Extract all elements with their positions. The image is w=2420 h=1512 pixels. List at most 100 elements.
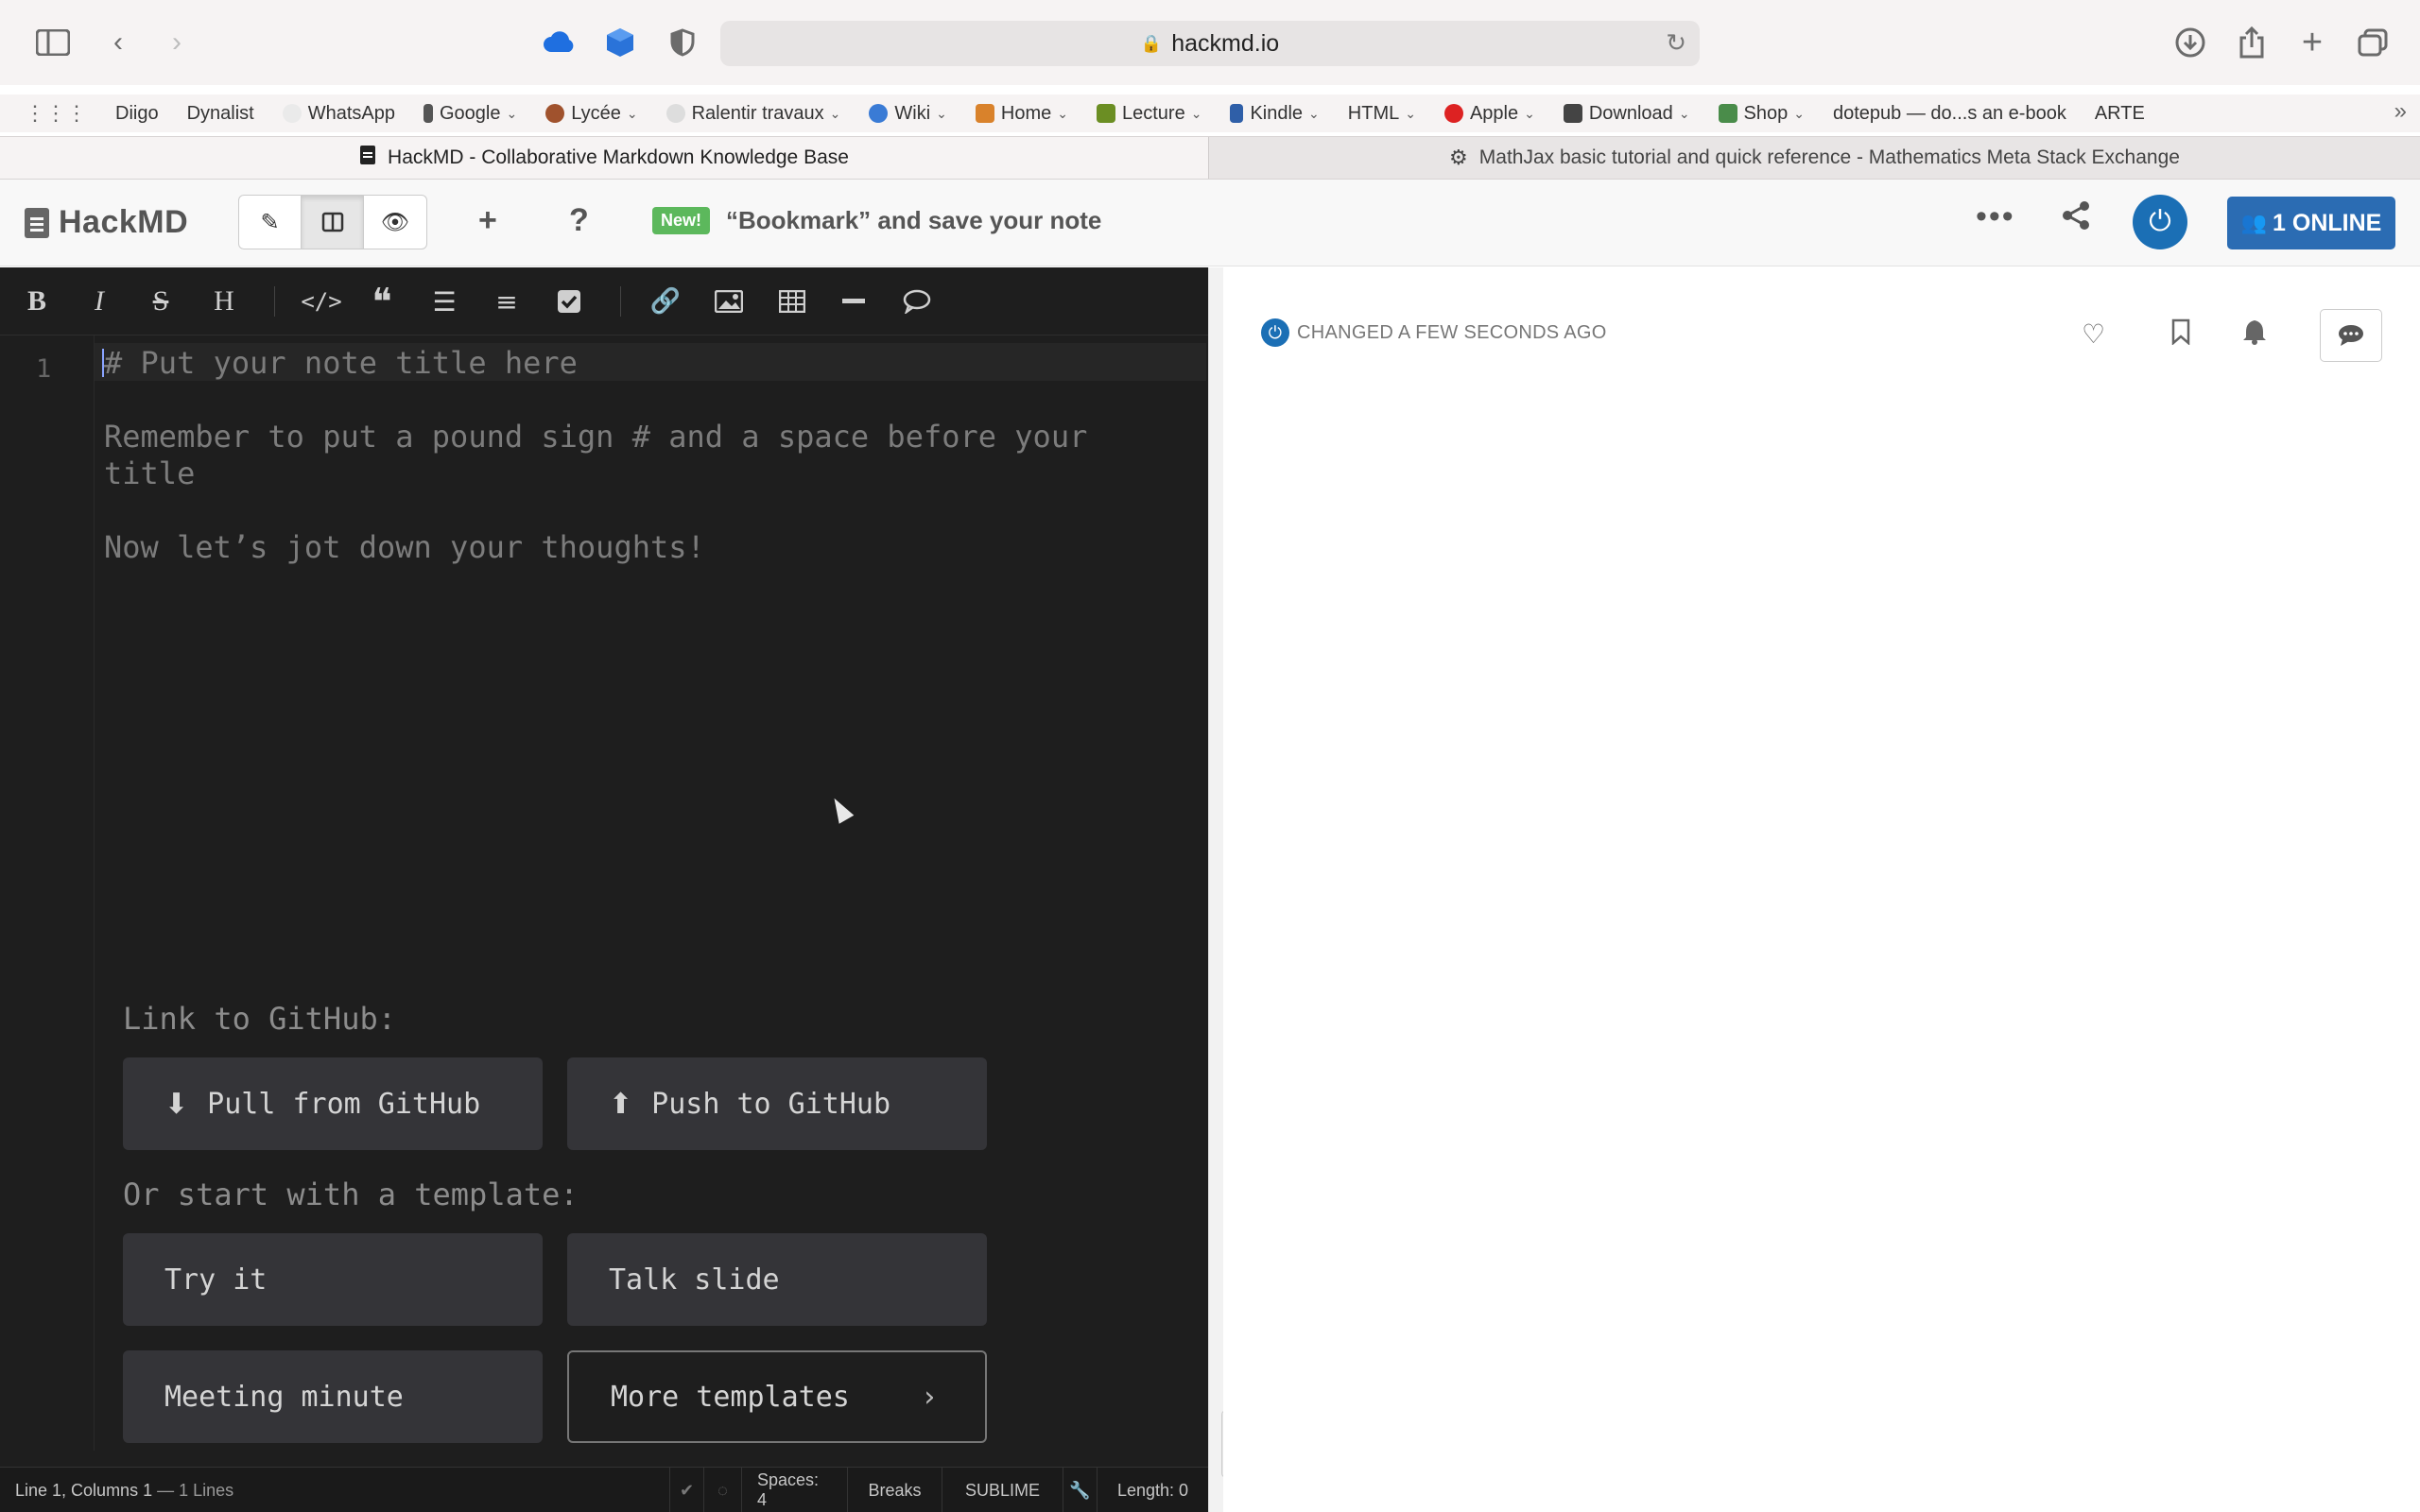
back-icon[interactable]: ‹ (104, 23, 132, 62)
quote-icon[interactable]: ❝ (365, 281, 399, 323)
view-mode-button[interactable]: 👁 (364, 196, 426, 249)
forward-icon[interactable]: › (163, 23, 191, 62)
template-try-it-button[interactable]: Try it (123, 1233, 543, 1326)
indent-spaces[interactable]: Spaces: 4 (741, 1468, 847, 1512)
chevron-down-icon: ⌄ (1405, 105, 1416, 121)
hackmd-logo[interactable]: HackMD (25, 204, 188, 241)
help-icon[interactable]: ? (569, 202, 589, 239)
chevron-down-icon: ⌄ (1308, 105, 1320, 121)
downloads-icon[interactable] (2172, 23, 2208, 62)
bookmark-home[interactable]: Home ⌄ (975, 103, 1068, 125)
code-icon[interactable]: </> (301, 283, 341, 320)
link-icon[interactable]: 🔗 (648, 283, 683, 320)
template-meeting-minute-button[interactable]: Meeting minute (123, 1350, 543, 1443)
comment-icon[interactable] (900, 283, 934, 320)
placeholder-reminder-cont[interactable]: title (104, 455, 195, 492)
reload-icon[interactable]: ↻ (1666, 28, 1686, 58)
chevron-down-icon: ⌄ (1057, 105, 1068, 121)
new-badge: New! (652, 207, 711, 234)
online-users-button[interactable]: 👥 1 ONLINE (2227, 197, 2395, 249)
bold-icon[interactable]: B (23, 283, 51, 320)
url-text: hackmd.io (1171, 29, 1280, 57)
more-templates-button[interactable]: More templates › (567, 1350, 987, 1443)
italic-icon[interactable]: I (85, 283, 113, 320)
bookmark-ralentir[interactable]: Ralentir travaux ⌄ (666, 103, 841, 125)
bell-icon[interactable] (2242, 318, 2267, 352)
bookmark-lycee[interactable]: Lycée ⌄ (545, 103, 638, 125)
bookmark-lecture[interactable]: Lecture ⌄ (1096, 103, 1202, 125)
placeholder-title[interactable]: # Put your note title here (104, 345, 578, 382)
extension-box-icon[interactable] (601, 23, 639, 62)
announcement-text[interactable]: “Bookmark” and save your note (726, 206, 1101, 235)
pull-from-github-button[interactable]: ⬇ Pull from GitHub (123, 1057, 543, 1150)
template-talk-slide-button[interactable]: Talk slide (567, 1233, 987, 1326)
placeholder-reminder[interactable]: Remember to put a pound sign # and a spa… (104, 419, 1087, 455)
chevron-down-icon: ⌄ (1524, 105, 1535, 121)
bookmark-shop[interactable]: Shop ⌄ (1718, 103, 1805, 125)
more-menu-icon[interactable]: ••• (1976, 198, 2015, 235)
share-icon[interactable] (2061, 200, 2091, 238)
bookmark-apple[interactable]: Apple ⌄ (1443, 103, 1535, 125)
sync-status-icon: ◌ (703, 1468, 741, 1512)
heart-icon[interactable]: ♡ (2082, 318, 2105, 350)
bookmark-kindle[interactable]: Kindle ⌄ (1230, 103, 1320, 125)
share-sheet-icon[interactable] (2235, 23, 2269, 62)
table-icon[interactable] (775, 283, 809, 320)
bookmark-wiki[interactable]: Wiki ⌄ (869, 103, 947, 125)
editor-status-bar: Line 1, Columns 1 — 1 Lines ✔ ◌ Spaces: … (0, 1467, 1208, 1512)
arrow-down-icon: ⬇ (164, 1087, 189, 1121)
preview-pane: ⏻ CHANGED A FEW SECONDS AGO ♡ (1223, 267, 2420, 1512)
bookmark-diigo[interactable]: Diigo (115, 103, 159, 125)
strikethrough-icon[interactable]: S (147, 283, 175, 320)
bookmark-dynalist[interactable]: Dynalist (187, 103, 254, 125)
bookmark-html[interactable]: HTML ⌄ (1348, 103, 1416, 125)
document-length: Length: 0 (1097, 1468, 1208, 1512)
sidebar-toggle-icon[interactable] (32, 23, 74, 62)
pane-splitter[interactable] (1208, 267, 1223, 1512)
image-icon[interactable] (711, 283, 747, 320)
whatsapp-icon (282, 104, 302, 123)
chevron-down-icon: ⌄ (829, 105, 841, 121)
shield-icon[interactable] (664, 23, 701, 62)
new-note-icon[interactable]: + (478, 202, 497, 239)
line-breaks-toggle[interactable]: Breaks (847, 1468, 942, 1512)
chevron-down-icon: ⌄ (506, 105, 518, 121)
bookmark-download[interactable]: Download ⌄ (1563, 103, 1690, 125)
heading-icon[interactable]: H (208, 283, 240, 320)
split-mode-button[interactable] (302, 196, 364, 249)
document-icon (359, 145, 376, 171)
more-bookmarks-icon[interactable]: » (2394, 98, 2407, 125)
bookmark-dotepub[interactable]: dotepub — do...s an e-book (1833, 103, 2066, 125)
icloud-icon[interactable] (541, 23, 579, 62)
chevron-right-icon: › (920, 1380, 938, 1414)
placeholder-thoughts[interactable]: Now let’s jot down your thoughts! (104, 529, 705, 566)
floppy-icon (1563, 104, 1582, 123)
edit-mode-button[interactable]: ✎ (239, 196, 302, 249)
address-bar[interactable]: 🔒 hackmd.io ↻ (720, 21, 1700, 66)
tab-mathjax[interactable]: ⚙ MathJax basic tutorial and quick refer… (1208, 137, 2420, 179)
bullet-list-icon[interactable]: ☰ (427, 283, 461, 320)
keymap-selector[interactable]: SUBLIME (942, 1468, 1063, 1512)
horizontal-rule-icon[interactable] (839, 283, 868, 320)
bookmark-whatsapp[interactable]: WhatsApp (282, 103, 395, 125)
tab-overview-icon[interactable] (2354, 23, 2392, 62)
tab-hackmd[interactable]: HackMD - Collaborative Markdown Knowledg… (0, 137, 1208, 179)
numbered-list-icon[interactable]: ≡ (490, 283, 524, 320)
bookmark-arte[interactable]: ARTE (2095, 103, 2145, 125)
house-icon (975, 104, 994, 123)
chevron-down-icon: ⌄ (1678, 105, 1690, 121)
chevron-down-icon: ⌄ (626, 105, 638, 121)
bookmark-google[interactable]: Google ⌄ (423, 103, 518, 125)
user-avatar[interactable]: ⏻ (2133, 195, 2187, 249)
check-icon: ✔ (669, 1468, 703, 1512)
bookmark-icon[interactable] (2170, 318, 2191, 352)
document-icon (25, 207, 49, 238)
checkbox-icon[interactable] (552, 283, 586, 320)
comments-button[interactable] (2320, 309, 2382, 362)
push-to-github-button[interactable]: ⬆ Push to GitHub (567, 1057, 987, 1150)
line-number: 1 (36, 354, 52, 384)
wrench-icon[interactable]: 🔧 (1063, 1468, 1097, 1512)
apps-grid-icon[interactable]: ⋮⋮⋮ (25, 101, 87, 126)
new-tab-icon[interactable]: + (2295, 23, 2329, 62)
chevron-down-icon: ⌄ (1190, 105, 1202, 121)
